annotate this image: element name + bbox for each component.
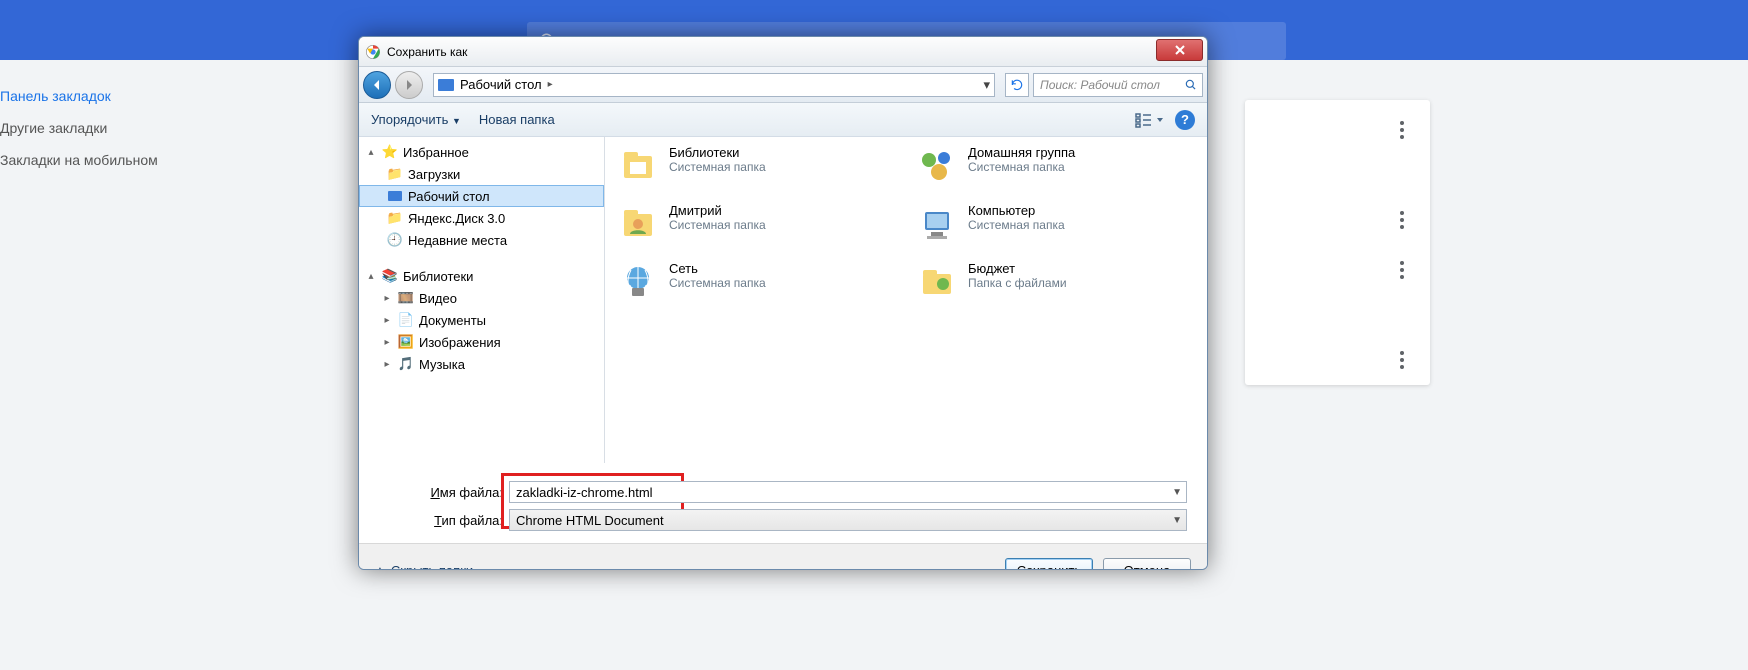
arrow-right-icon [403, 79, 415, 91]
more-menu-icon[interactable] [1392, 120, 1412, 140]
list-item[interactable]: БюджетПапка с файлами [916, 261, 1195, 303]
save-as-dialog: Сохранить как Рабочий стол ▸ ▾ Поиск: Ра… [358, 36, 1208, 570]
close-icon [1174, 44, 1186, 56]
tree-documents[interactable]: ▸📄Документы [359, 309, 604, 331]
view-options-icon[interactable] [1135, 112, 1163, 128]
breadcrumb-text: Рабочий стол [460, 77, 542, 92]
refresh-button[interactable] [1005, 73, 1029, 97]
library-icon: 📚 [382, 268, 398, 284]
more-menu-icon[interactable] [1392, 260, 1412, 280]
cancel-button[interactable]: Отмена [1103, 558, 1191, 571]
address-breadcrumb[interactable]: Рабочий стол ▸ ▾ [433, 73, 995, 97]
refresh-icon [1010, 78, 1024, 92]
save-button[interactable]: Сохранить [1005, 558, 1093, 571]
music-icon: 🎵 [398, 356, 414, 372]
tree-images[interactable]: ▸🖼️Изображения [359, 331, 604, 353]
bookmarks-sidebar: Панель закладок Другие закладки Закладки… [0, 80, 260, 176]
folder-icon [916, 261, 958, 303]
tree-downloads[interactable]: 📁Загрузки [359, 163, 604, 185]
tree-desktop[interactable]: Рабочий стол [359, 185, 604, 207]
chrome-icon [365, 44, 381, 60]
nav-bar: Рабочий стол ▸ ▾ Поиск: Рабочий стол [359, 67, 1207, 103]
close-button[interactable] [1156, 39, 1203, 61]
video-icon: 🎞️ [398, 290, 414, 306]
new-folder-button[interactable]: Новая папка [479, 112, 555, 127]
more-menu-icon[interactable] [1392, 350, 1412, 370]
filename-input[interactable]: zakladki-iz-chrome.html▼ [509, 481, 1187, 503]
folder-icon: 📁 [387, 210, 403, 226]
organize-menu[interactable]: Упорядочить ▼ [371, 112, 461, 127]
hide-folders-button[interactable]: ▲Скрыть папки [375, 563, 473, 570]
search-placeholder: Поиск: Рабочий стол [1040, 78, 1160, 92]
breadcrumb-dropdown[interactable]: ▾ [983, 77, 990, 93]
dialog-footer: ▲Скрыть папки Сохранить Отмена [359, 543, 1207, 570]
recent-icon: 🕘 [387, 232, 403, 248]
desktop-icon [438, 79, 454, 91]
search-icon [1184, 78, 1198, 92]
arrow-left-icon [371, 79, 383, 91]
bookmarks-content-panel [1245, 100, 1430, 385]
sidebar-item-mobile-bookmarks[interactable]: Закладки на мобильном [0, 144, 260, 176]
list-item[interactable]: Домашняя группаСистемная папка [916, 145, 1195, 187]
more-menu-icon[interactable] [1392, 210, 1412, 230]
libraries-icon [617, 145, 659, 187]
tree-favorites[interactable]: ▴⭐Избранное [359, 141, 604, 163]
document-icon: 📄 [398, 312, 414, 328]
explorer-search[interactable]: Поиск: Рабочий стол [1033, 73, 1203, 97]
image-icon: 🖼️ [398, 334, 414, 350]
list-item[interactable]: ДмитрийСистемная папка [617, 203, 896, 245]
tree-yandex-disk[interactable]: 📁Яндекс.Диск 3.0 [359, 207, 604, 229]
tree-video[interactable]: ▸🎞️Видео [359, 287, 604, 309]
tree-music[interactable]: ▸🎵Музыка [359, 353, 604, 375]
homegroup-icon [916, 145, 958, 187]
desktop-icon [387, 188, 403, 204]
chevron-down-icon[interactable]: ▼ [1172, 515, 1182, 526]
file-list[interactable]: БиблиотекиСистемная папка Домашняя групп… [605, 137, 1207, 463]
list-item[interactable]: КомпьютерСистемная папка [916, 203, 1195, 245]
filetype-select[interactable]: Chrome HTML Document▼ [509, 509, 1187, 531]
chevron-up-icon: ▲ [375, 565, 385, 570]
nav-forward-button[interactable] [395, 71, 423, 99]
filetype-label: Тип файла: [379, 513, 509, 528]
filename-label: Имя файла: [379, 485, 509, 500]
tree-libraries[interactable]: ▴📚Библиотеки [359, 265, 604, 287]
help-button[interactable]: ? [1175, 110, 1195, 130]
computer-icon [916, 203, 958, 245]
folder-icon: 📁 [387, 166, 403, 182]
star-icon: ⭐ [382, 144, 398, 160]
folder-tree[interactable]: ▴⭐Избранное 📁Загрузки Рабочий стол 📁Янде… [359, 137, 605, 463]
sidebar-item-other-bookmarks[interactable]: Другие закладки [0, 112, 260, 144]
chevron-right-icon: ▸ [548, 79, 553, 90]
tree-recent[interactable]: 🕘Недавние места [359, 229, 604, 251]
nav-back-button[interactable] [363, 71, 391, 99]
user-icon [617, 203, 659, 245]
network-icon [617, 261, 659, 303]
chevron-down-icon[interactable]: ▼ [1172, 487, 1182, 498]
list-item[interactable]: СетьСистемная папка [617, 261, 896, 303]
list-item[interactable]: БиблиотекиСистемная папка [617, 145, 896, 187]
chevron-down-icon: ▼ [452, 116, 461, 126]
dialog-title: Сохранить как [387, 45, 467, 59]
file-fields: Имя файла: zakladki-iz-chrome.html▼ Тип … [359, 463, 1207, 543]
dialog-titlebar[interactable]: Сохранить как [359, 37, 1207, 67]
sidebar-item-bookmarks-bar[interactable]: Панель закладок [0, 80, 260, 112]
explorer-toolbar: Упорядочить ▼ Новая папка ? [359, 103, 1207, 137]
